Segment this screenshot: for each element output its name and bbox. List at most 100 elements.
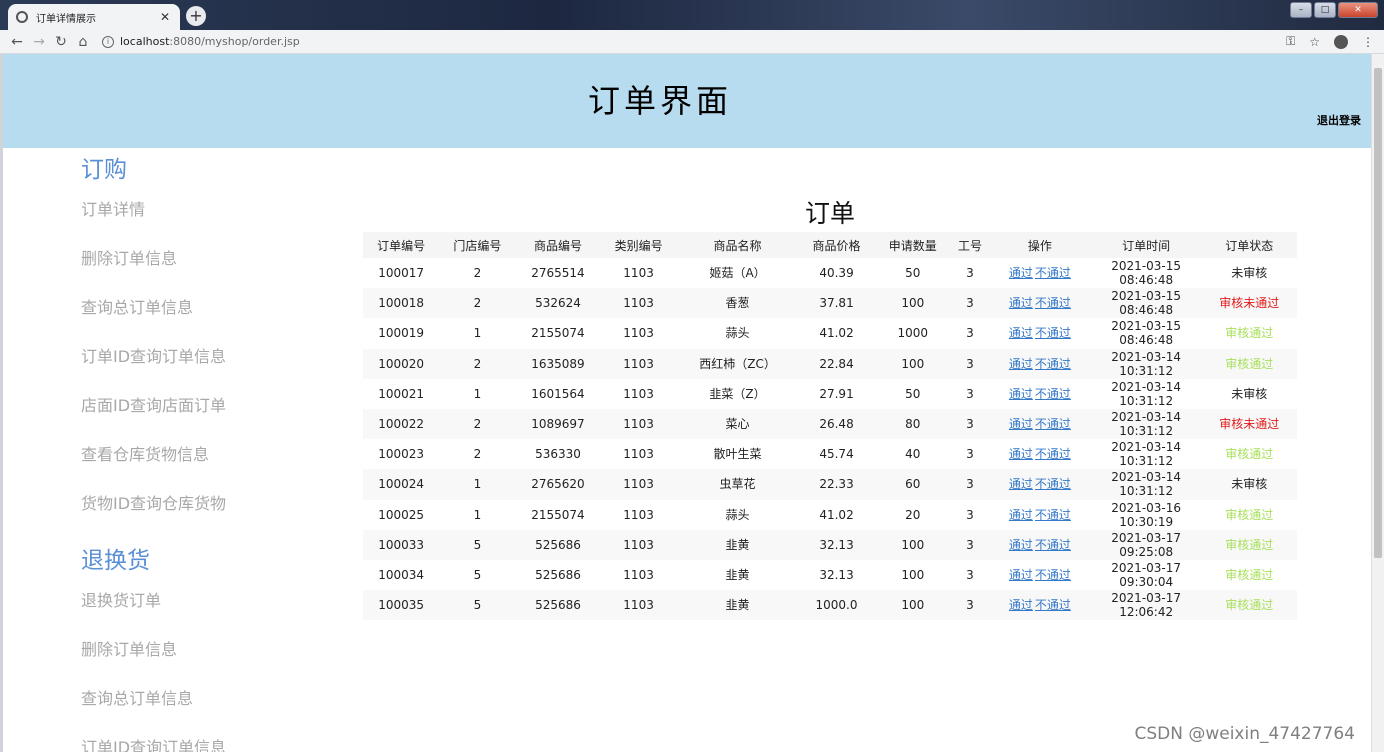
reject-link[interactable]: 不通过 xyxy=(1035,266,1071,280)
approve-link[interactable]: 通过 xyxy=(1009,357,1033,371)
order-date: 2021-03-14 xyxy=(1111,349,1182,364)
approve-link[interactable]: 通过 xyxy=(1009,538,1033,552)
approve-link[interactable]: 通过 xyxy=(1009,417,1033,431)
table-row: 100035 5 525686 1103 韭黄 1000.0 100 3 通过 不通过 2021-0… xyxy=(363,590,1297,621)
operation-cell: 通过 不通过 xyxy=(989,288,1091,319)
maximize-button[interactable]: □ xyxy=(1314,2,1336,18)
column-header: 商品价格 xyxy=(798,232,875,258)
staff-id-cell: 3 xyxy=(950,378,990,409)
address-bar[interactable]: i localhost :8080/myshop/order.jsp xyxy=(102,32,1286,52)
orders-table: 订单编号 门店编号 商品编号 类别编号 商品名称 商品价格 申请数量 工号 操作 订单时间 订单状态… xyxy=(363,232,1297,621)
goods-name-cell: 蒜头 xyxy=(676,318,799,349)
quantity-cell: 50 xyxy=(874,258,951,289)
reject-link[interactable]: 不通过 xyxy=(1035,447,1071,461)
order-clock-time: 10:30:19 xyxy=(1119,514,1174,529)
approve-link[interactable]: 通过 xyxy=(1009,326,1033,340)
goods-name-cell: 姬菇（A） xyxy=(676,258,799,289)
reject-link[interactable]: 不通过 xyxy=(1035,417,1071,431)
table-row: 100019 1 2155074 1103 蒜头 41.02 1000 3 通过 不通过 2021-… xyxy=(363,318,1297,349)
column-header: 申请数量 xyxy=(874,232,951,258)
order-id-cell: 100024 xyxy=(363,469,440,500)
browser-tab[interactable]: 订单详情展示 ✕ xyxy=(8,4,180,30)
scrollbar-thumb[interactable] xyxy=(1374,68,1382,558)
order-id-cell: 100018 xyxy=(363,288,440,319)
reject-link[interactable]: 不通过 xyxy=(1035,598,1071,612)
page-header-title: 订单界面 xyxy=(588,82,733,120)
home-icon[interactable]: ⌂ xyxy=(72,34,94,50)
price-cell: 41.02 xyxy=(798,318,875,349)
approve-link[interactable]: 通过 xyxy=(1009,508,1033,522)
forward-icon[interactable]: → xyxy=(28,34,50,50)
goods-name-cell: 韭菜（Z） xyxy=(676,378,799,409)
reject-link[interactable]: 不通过 xyxy=(1035,568,1071,582)
sidebar-heading: 订购 xyxy=(81,157,127,183)
sidebar-item[interactable]: 订单ID查询订单信息 xyxy=(81,343,341,392)
sidebar-item[interactable]: 货物ID查询仓库货物 xyxy=(81,490,341,539)
table-row: 100022 2 1089697 1103 菜心 26.48 80 3 通过 不通过 2021-03… xyxy=(363,408,1297,440)
staff-id-cell: 3 xyxy=(950,499,990,530)
key-icon[interactable]: ⚿ xyxy=(1286,34,1295,49)
minimize-button[interactable]: – xyxy=(1290,2,1312,18)
quantity-cell: 60 xyxy=(874,469,951,500)
new-tab-button[interactable]: + xyxy=(186,6,206,26)
category-id-cell: 1103 xyxy=(600,590,677,621)
logout-link[interactable]: 退出登录 xyxy=(1317,112,1361,128)
reject-link[interactable]: 不通过 xyxy=(1035,296,1071,310)
store-id-cell: 2 xyxy=(439,288,516,319)
reject-link[interactable]: 不通过 xyxy=(1035,538,1071,552)
sidebar-item[interactable]: 店面ID查询店面订单 xyxy=(81,392,341,441)
sidebar-item[interactable]: 查看仓库货物信息 xyxy=(81,441,341,490)
window-close-button[interactable]: ✕ xyxy=(1338,2,1378,18)
sidebar-item[interactable]: 查询总订单信息 xyxy=(81,685,341,734)
sidebar-item[interactable]: 查询总订单信息 xyxy=(81,294,341,343)
order-clock-time: 10:31:12 xyxy=(1119,484,1174,499)
quantity-cell: 100 xyxy=(874,529,951,560)
column-header: 商品编号 xyxy=(515,232,601,258)
store-id-cell: 2 xyxy=(439,408,516,440)
bookmark-star-icon[interactable]: ☆ xyxy=(1309,35,1320,49)
quantity-cell: 50 xyxy=(874,378,951,409)
goods-id-cell: 525686 xyxy=(515,529,601,560)
operation-cell: 通过 不通过 xyxy=(989,378,1091,409)
reload-icon[interactable]: ↻ xyxy=(50,34,72,50)
sidebar-item[interactable]: 退换货订单 xyxy=(81,587,341,636)
approve-link[interactable]: 通过 xyxy=(1009,266,1033,280)
approve-link[interactable]: 通过 xyxy=(1009,598,1033,612)
reject-link[interactable]: 不通过 xyxy=(1035,477,1071,491)
back-icon[interactable]: ← xyxy=(6,34,28,50)
site-info-icon[interactable]: i xyxy=(102,35,114,48)
store-id-cell: 2 xyxy=(439,348,516,379)
reject-link[interactable]: 不通过 xyxy=(1035,357,1071,371)
order-status-cell: 审核通过 xyxy=(1201,559,1297,591)
reject-link[interactable]: 不通过 xyxy=(1035,387,1071,401)
approve-link[interactable]: 通过 xyxy=(1009,447,1033,461)
operation-cell: 通过 不通过 xyxy=(989,439,1091,470)
approve-link[interactable]: 通过 xyxy=(1009,477,1033,491)
approve-link[interactable]: 通过 xyxy=(1009,296,1033,310)
goods-id-cell: 525686 xyxy=(515,559,601,591)
staff-id-cell: 3 xyxy=(950,469,990,500)
order-id-cell: 100017 xyxy=(363,258,440,289)
tab-close-icon[interactable]: ✕ xyxy=(158,10,172,24)
sidebar-item[interactable]: 删除订单信息 xyxy=(81,636,341,685)
goods-id-cell: 2155074 xyxy=(515,318,601,349)
page-scrollbar[interactable] xyxy=(1371,54,1384,752)
reject-link[interactable]: 不通过 xyxy=(1035,326,1071,340)
order-status-cell: 审核通过 xyxy=(1201,590,1297,621)
reject-link[interactable]: 不通过 xyxy=(1035,508,1071,522)
browser-menu-icon[interactable]: ⋮ xyxy=(1362,35,1374,49)
sidebar-heading: 退换货 xyxy=(81,548,150,574)
order-clock-time: 08:46:48 xyxy=(1119,303,1174,318)
sidebar-item[interactable]: 订单详情 xyxy=(81,196,341,245)
approve-link[interactable]: 通过 xyxy=(1009,387,1033,401)
sidebar-item[interactable]: 删除订单信息 xyxy=(81,245,341,294)
category-id-cell: 1103 xyxy=(600,499,677,530)
approve-link[interactable]: 通过 xyxy=(1009,568,1033,582)
profile-avatar-icon[interactable] xyxy=(1334,34,1348,49)
goods-name-cell: 蒜头 xyxy=(676,499,799,530)
order-date: 2021-03-15 xyxy=(1111,319,1182,334)
price-cell: 32.13 xyxy=(798,559,875,591)
sidebar-item[interactable]: 订单ID查询订单信息 xyxy=(81,734,341,752)
goods-name-cell: 韭黄 xyxy=(676,590,799,621)
column-header: 类别编号 xyxy=(600,232,677,258)
